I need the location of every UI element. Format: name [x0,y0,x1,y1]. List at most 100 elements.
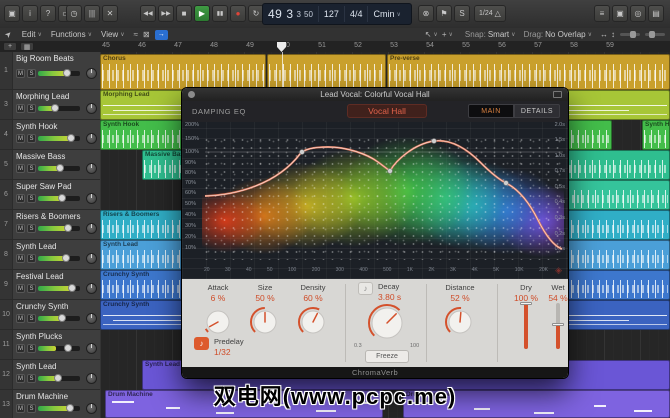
pan-knob[interactable] [86,193,97,204]
solo-button[interactable]: S [27,69,36,78]
rewind-button[interactable]: ◀◀ [140,5,156,22]
mute-button[interactable]: M [16,69,25,78]
note-pads-icon[interactable]: ▣ [612,5,628,22]
track-row[interactable]: 13 Drum Machine MS [0,390,100,418]
volume-slider[interactable] [38,136,80,141]
solo-button[interactable]: S [27,254,36,263]
mute-button[interactable]: M [16,104,25,113]
solo-button[interactable]: S [27,374,36,383]
freeze-button[interactable]: Freeze [365,350,409,363]
command-click-tool-menu[interactable]: + ∨ [442,30,453,39]
mute-button[interactable]: M [16,344,25,353]
solo-button[interactable]: S [27,164,36,173]
automation-icon[interactable]: ≈ [134,30,138,39]
drag-menu[interactable]: Drag: No Overlap ∨ [524,30,592,39]
solo-button[interactable]: S [27,284,36,293]
quick-help-icon[interactable]: ? [40,5,56,22]
inspector-icon[interactable]: i [22,5,38,22]
loop-browser-icon[interactable]: ◎ [630,5,646,22]
zoom-horizontal-icon[interactable]: ↔ [600,30,608,39]
volume-slider[interactable] [38,346,80,351]
mute-button[interactable]: M [16,224,25,233]
track-row[interactable]: 1 Big Room Beats M S [0,52,100,90]
metronome-button[interactable]: 1/24 △ [474,5,506,22]
record-button[interactable]: ● [230,5,246,22]
solo-button[interactable]: S [27,104,36,113]
attack-knob[interactable] [201,305,235,339]
volume-slider[interactable] [38,286,80,291]
track-row[interactable]: 11 Synth Plucks MS [0,330,100,360]
pan-knob[interactable] [86,163,97,174]
pan-knob[interactable] [86,283,97,294]
pause-button[interactable]: ▮▮ [212,5,228,22]
link-icon[interactable] [553,91,562,98]
flex-icon[interactable]: ⊠ [143,30,150,39]
mute-button[interactable]: M [16,314,25,323]
pan-knob[interactable] [86,133,97,144]
horizontal-zoom-slider[interactable] [620,33,640,36]
pan-knob[interactable] [86,343,97,354]
solo-button[interactable]: S [27,344,36,353]
solo-button[interactable]: S [27,134,36,143]
pan-knob[interactable] [86,68,97,79]
predelay-sync-button[interactable]: ♪ [194,337,209,350]
track-row[interactable]: 8 Synth Lead MS [0,240,100,270]
dry-slider[interactable] [524,303,528,349]
volume-slider[interactable] [38,256,80,261]
track-row[interactable]: 3 Morphing Lead MS [0,90,100,120]
functions-menu[interactable]: Functions∨ [51,30,92,39]
volume-slider[interactable] [38,226,80,231]
media-browser-icon[interactable]: ▤ [648,5,664,22]
wet-slider[interactable] [556,303,560,349]
solo-button[interactable]: S [27,404,36,413]
damping-eq-button[interactable]: DAMPING EQ [192,107,246,116]
mute-button[interactable]: M [16,374,25,383]
zoom-vertical-icon[interactable]: ↕ [611,30,615,39]
play-button[interactable]: ▶ [194,5,210,22]
playhead-marker[interactable] [277,42,286,52]
track-row[interactable]: 10 Crunchy Synth MS [0,300,100,330]
vertical-zoom-slider[interactable] [645,33,665,36]
mute-button[interactable]: M [16,134,25,143]
reverb-visualizer[interactable]: 200% 150% 100% 90% 80% 70% 60% 50% 40% 3… [182,122,568,279]
decay-knob[interactable] [365,301,409,345]
replace-button[interactable]: ⊗ [418,5,434,22]
volume-slider[interactable] [38,316,80,321]
edit-menu[interactable]: Edit∨ [22,30,42,39]
stop-button[interactable]: ■ [176,5,192,22]
track-row[interactable]: 4 Synth Hook MS [0,120,100,150]
volume-slider[interactable] [38,71,80,76]
chevron-down-icon[interactable]: ∨ [396,11,400,18]
volume-slider[interactable] [38,106,80,111]
solo-mode-button[interactable]: S [454,5,470,22]
list-editors-icon[interactable]: ≡ [594,5,610,22]
mute-button[interactable]: M [16,404,25,413]
audio-region[interactable] [267,54,386,90]
mixer-icon[interactable]: ||| [84,5,100,22]
audio-region[interactable]: Synth Hook [642,120,670,150]
audio-region[interactable]: Pre-verse [387,54,670,90]
forward-button[interactable]: ▶▶ [158,5,174,22]
pan-knob[interactable] [86,373,97,384]
pan-knob[interactable] [86,223,97,234]
track-zoom-button[interactable]: ▦ [20,42,34,51]
pointer-tool-icon[interactable]: ➤ [3,29,14,40]
preset-selector[interactable]: Vocal Hall [347,104,427,118]
volume-slider[interactable] [38,196,80,201]
workspace-icon[interactable]: ▣ [4,5,20,22]
track-row[interactable]: 9 Festival Lead MS [0,270,100,300]
close-icon[interactable] [188,91,195,98]
plugin-title-bar[interactable]: Lead Vocal: Colorful Vocal Hall [182,88,568,101]
catch-playhead-button[interactable]: → [155,30,168,40]
volume-slider[interactable] [38,166,80,171]
density-knob[interactable] [296,305,330,339]
solo-button[interactable]: S [27,224,36,233]
lcd-display[interactable]: 49 3 3 50 127 4/4 Cmin ∨ [262,3,412,25]
view-menu[interactable]: View∨ [101,30,125,39]
pan-knob[interactable] [86,403,97,414]
track-row[interactable]: 12 Synth Lead MS [0,360,100,390]
distance-knob[interactable] [443,305,477,339]
tuner-icon[interactable]: ◷ [66,5,82,22]
editors-icon[interactable]: ✕ [102,5,118,22]
audio-region[interactable]: Chorus [100,54,266,90]
